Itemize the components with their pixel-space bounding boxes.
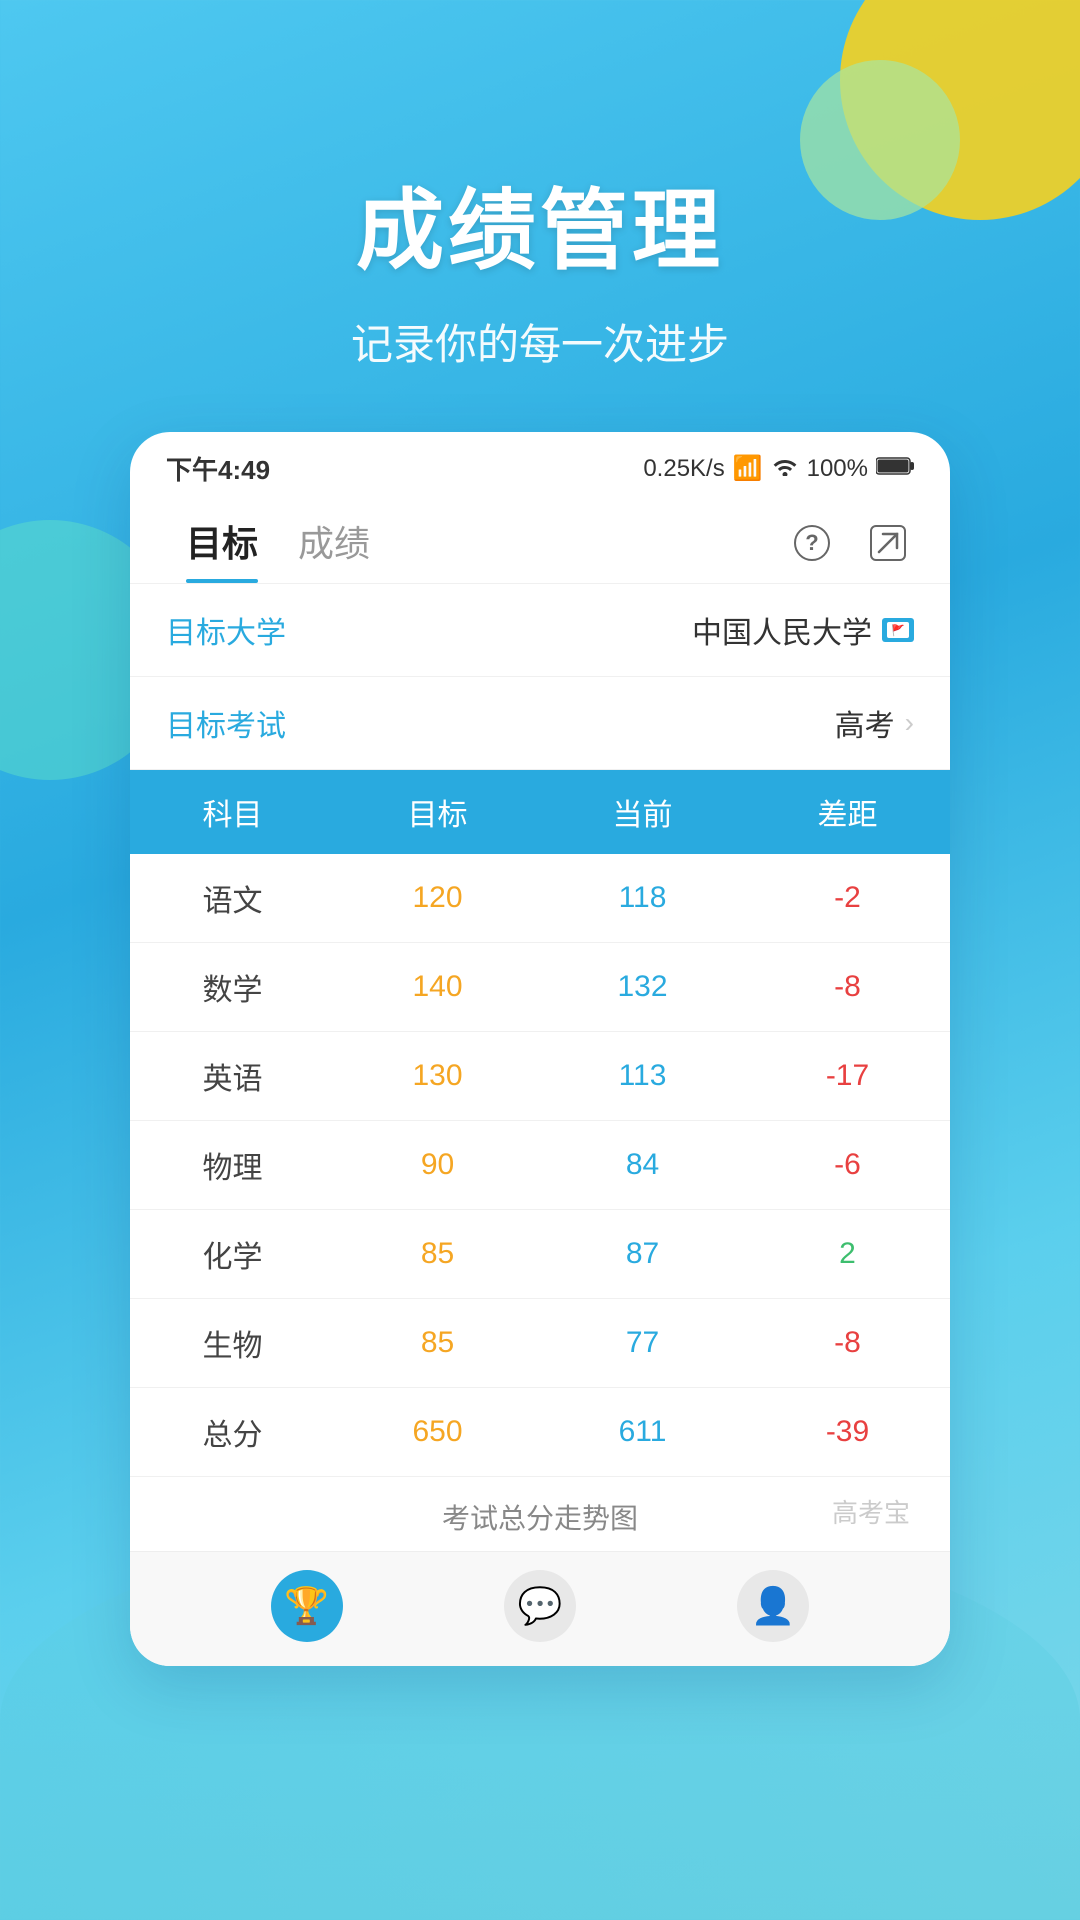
cell-target: 140: [335, 943, 540, 1032]
cell-target: 90: [335, 1121, 540, 1210]
battery-text: 100%: [807, 455, 868, 483]
target-exam-value: 高考 ›: [835, 701, 914, 745]
cell-current: 118: [540, 854, 745, 943]
cell-subject: 英语: [130, 1032, 335, 1121]
header-section: 成绩管理 记录你的每一次进步: [0, 0, 1080, 372]
tab-chengji[interactable]: 成绩: [278, 503, 390, 583]
target-exam-row[interactable]: 目标考试 高考 ›: [130, 677, 950, 770]
help-button[interactable]: ?: [786, 517, 838, 569]
cell-subject: 物理: [130, 1121, 335, 1210]
sub-title: 记录你的每一次进步: [0, 311, 1080, 372]
nav-btn-profile[interactable]: 👤: [737, 1570, 809, 1642]
cell-diff: -8: [745, 943, 950, 1032]
phone-card: 下午4:49 0.25K/s 📶 100% 目标 成绩 ? 目标大学: [130, 432, 950, 1666]
cell-current: 87: [540, 1210, 745, 1299]
status-right: 0.25K/s 📶 100%: [643, 454, 914, 483]
table-row: 英语130113-17: [130, 1032, 950, 1121]
cell-subject: 化学: [130, 1210, 335, 1299]
status-time: 下午4:49: [166, 450, 270, 487]
nav-btn-trophy[interactable]: 🏆: [271, 1570, 343, 1642]
table-row: 数学140132-8: [130, 943, 950, 1032]
target-university-label: 目标大学: [166, 608, 692, 652]
network-speed: 0.25K/s: [643, 455, 724, 483]
cell-target: 85: [335, 1210, 540, 1299]
cell-target: 85: [335, 1299, 540, 1388]
nav-btn-chat[interactable]: 💬: [504, 1570, 576, 1642]
target-university-value: 中国人民大学 🚩: [692, 608, 914, 652]
table-row: 物理9084-6: [130, 1121, 950, 1210]
signal-icon: 📶: [733, 454, 763, 483]
cell-current: 77: [540, 1299, 745, 1388]
score-table: 科目 目标 当前 差距 语文120118-2数学140132-8英语130113…: [130, 770, 950, 1476]
tab-muban[interactable]: 目标: [166, 503, 278, 583]
watermark: 高考宝: [832, 1493, 910, 1530]
cell-subject: 生物: [130, 1299, 335, 1388]
chevron-right-icon: ›: [905, 707, 914, 739]
wifi-icon: [771, 454, 799, 483]
table-header-row: 科目 目标 当前 差距: [130, 770, 950, 854]
table-row: 语文120118-2: [130, 854, 950, 943]
cell-subject: 数学: [130, 943, 335, 1032]
table-row: 生物8577-8: [130, 1299, 950, 1388]
cell-current: 611: [540, 1388, 745, 1477]
tab-icons: ?: [786, 517, 914, 569]
battery-icon: [876, 455, 914, 483]
cell-current: 113: [540, 1032, 745, 1121]
cell-target: 130: [335, 1032, 540, 1121]
tab-bar: 目标 成绩 ?: [130, 495, 950, 584]
university-name: 中国人民大学: [692, 608, 872, 652]
bottom-hint: 考试总分走势图 高考宝: [130, 1476, 950, 1551]
col-subject: 科目: [130, 770, 335, 854]
cell-diff: -17: [745, 1032, 950, 1121]
col-target: 目标: [335, 770, 540, 854]
bottom-nav: 🏆 💬 👤: [130, 1551, 950, 1666]
col-diff: 差距: [745, 770, 950, 854]
target-university-row: 目标大学 中国人民大学 🚩: [130, 584, 950, 677]
cell-subject: 总分: [130, 1388, 335, 1477]
cell-subject: 语文: [130, 854, 335, 943]
cell-target: 650: [335, 1388, 540, 1477]
cell-current: 132: [540, 943, 745, 1032]
cell-diff: 2: [745, 1210, 950, 1299]
svg-text:🚩: 🚩: [891, 624, 905, 637]
flag-icon: 🚩: [882, 618, 914, 642]
target-exam-label: 目标考试: [166, 701, 835, 745]
table-row: 总分650611-39: [130, 1388, 950, 1477]
exam-name: 高考: [835, 701, 895, 745]
cell-target: 120: [335, 854, 540, 943]
table-row: 化学85872: [130, 1210, 950, 1299]
cell-diff: -6: [745, 1121, 950, 1210]
cell-current: 84: [540, 1121, 745, 1210]
cell-diff: -8: [745, 1299, 950, 1388]
cell-diff: -39: [745, 1388, 950, 1477]
status-bar: 下午4:49 0.25K/s 📶 100%: [130, 432, 950, 495]
cell-diff: -2: [745, 854, 950, 943]
export-button[interactable]: [862, 517, 914, 569]
col-current: 当前: [540, 770, 745, 854]
svg-text:?: ?: [805, 530, 818, 555]
main-title: 成绩管理: [0, 160, 1080, 287]
